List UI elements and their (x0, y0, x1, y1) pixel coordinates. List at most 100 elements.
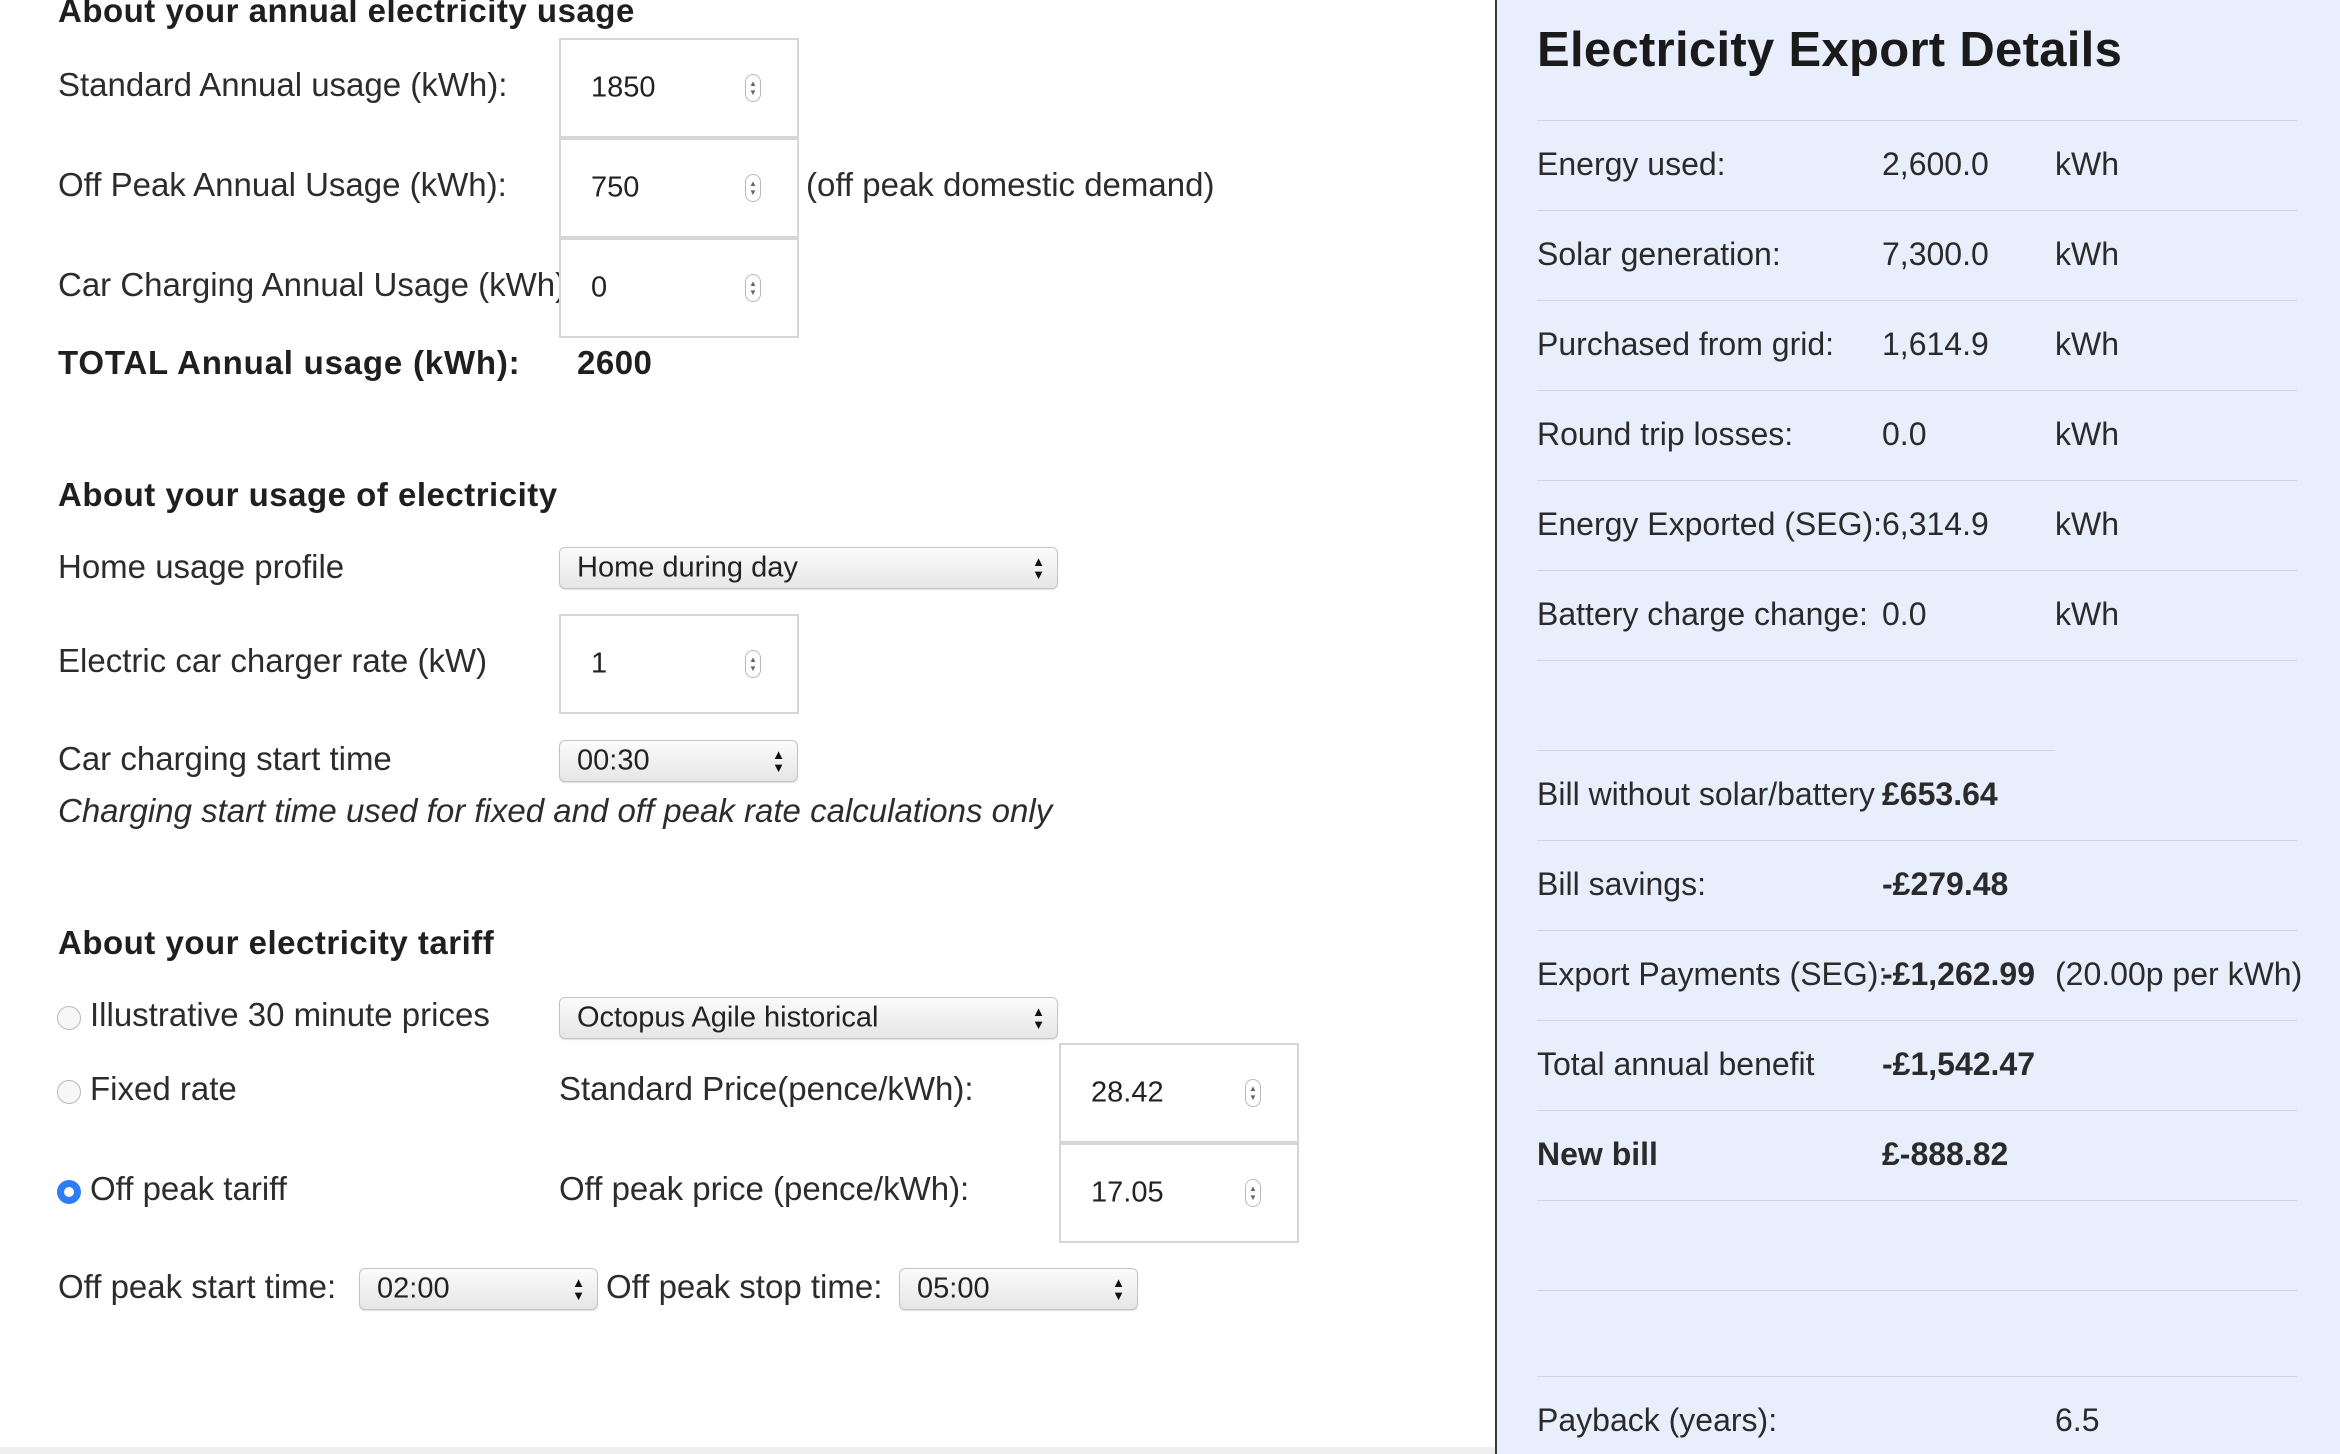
offpeak-usage-value: 750 (591, 171, 640, 204)
standard-usage-label: Standard Annual usage (kWh): (58, 66, 508, 103)
radio-illustrative-prices[interactable] (57, 1006, 81, 1030)
divider (1537, 1020, 2297, 1021)
total-usage-value: 2600 (577, 344, 653, 381)
divider (1537, 660, 2297, 661)
stepper-icon[interactable]: ▲ ▼ (745, 650, 761, 678)
standard-price-input[interactable]: 28.42 ▲ ▼ (1059, 1043, 1299, 1143)
round-trip-losses-label: Round trip losses: (1537, 416, 1794, 452)
standard-usage-input[interactable]: 1850 ▲ ▼ (559, 38, 799, 138)
divider (1537, 480, 2297, 481)
section-heading-usage-profile: About your usage of electricity (58, 476, 558, 513)
divider (1537, 1290, 2297, 1291)
divider (1537, 840, 2297, 841)
offpeak-stop-label: Off peak stop time: (606, 1268, 883, 1305)
charger-rate-input[interactable]: 1 ▲ ▼ (559, 614, 799, 714)
export-details-title: Electricity Export Details (1537, 23, 2123, 77)
radio-fixed-rate[interactable] (57, 1080, 81, 1104)
select-arrows-icon: ▲ ▼ (1032, 554, 1045, 582)
stepper-icon[interactable]: ▲ ▼ (1245, 1179, 1261, 1207)
car-usage-value: 0 (591, 271, 608, 304)
bill-without-solar-label: Bill without solar/battery (1537, 776, 1875, 812)
car-usage-input[interactable]: 0 ▲ ▼ (559, 238, 799, 338)
offpeak-start-label: Off peak start time: (58, 1268, 337, 1305)
select-arrows-icon: ▲ ▼ (1112, 1275, 1125, 1303)
export-payments-rate-note: (20.00p per kWh) (2055, 956, 2303, 992)
energy-used-value: 2,600.0 (1882, 146, 1989, 182)
offpeak-stop-select[interactable]: 05:00 ▲ ▼ (899, 1268, 1138, 1310)
solar-generation-label: Solar generation: (1537, 236, 1781, 272)
export-details-panel (1495, 0, 2340, 1454)
battery-charge-change-label: Battery charge change: (1537, 596, 1868, 632)
charger-rate-label: Electric car charger rate (kW) (58, 642, 488, 679)
offpeak-usage-input[interactable]: 750 ▲ ▼ (559, 138, 799, 238)
radio-illustrative-prices-label: Illustrative 30 minute prices (90, 996, 490, 1033)
divider (1537, 570, 2297, 571)
home-usage-profile-label: Home usage profile (58, 548, 345, 585)
divider (1537, 390, 2297, 391)
home-usage-profile-value: Home during day (577, 551, 798, 584)
purchased-from-grid-label: Purchased from grid: (1537, 326, 1835, 362)
charging-start-label: Car charging start time (58, 740, 392, 777)
stepper-icon[interactable]: ▲ ▼ (745, 74, 761, 102)
energy-used-unit: kWh (2055, 146, 2119, 182)
energy-exported-unit: kWh (2055, 506, 2119, 542)
charger-rate-value: 1 (591, 647, 608, 680)
radio-off-peak-tariff[interactable] (57, 1180, 81, 1204)
total-annual-benefit-label: Total annual benefit (1537, 1046, 1815, 1082)
total-annual-benefit-value: -£1,542.47 (1882, 1046, 2036, 1082)
purchased-from-grid-unit: kWh (2055, 326, 2119, 362)
battery-charge-change-value: 0.0 (1882, 596, 1927, 632)
energy-exported-label: Energy Exported (SEG): (1537, 506, 1883, 542)
charging-start-select[interactable]: 00:30 ▲ ▼ (559, 740, 798, 782)
round-trip-losses-value: 0.0 (1882, 416, 1927, 452)
payback-value: 6.5 (2055, 1402, 2100, 1438)
select-arrows-icon: ▲ ▼ (572, 1275, 585, 1303)
bill-savings-value: -£279.48 (1882, 866, 2009, 902)
stepper-icon[interactable]: ▲ ▼ (745, 174, 761, 202)
total-usage-label: TOTAL Annual usage (kWh): (58, 344, 521, 381)
stepper-icon[interactable]: ▲ ▼ (1245, 1079, 1261, 1107)
round-trip-losses-unit: kWh (2055, 416, 2119, 452)
agile-prices-value: Octopus Agile historical (577, 1001, 879, 1034)
select-arrows-icon: ▲ ▼ (1032, 1004, 1045, 1032)
solar-generation-value: 7,300.0 (1882, 236, 1989, 272)
battery-charge-change-unit: kWh (2055, 596, 2119, 632)
divider (1537, 300, 2297, 301)
car-usage-label: Car Charging Annual Usage (kWh): (58, 266, 576, 303)
bill-savings-label: Bill savings: (1537, 866, 1706, 902)
energy-used-label: Energy used: (1537, 146, 1726, 182)
offpeak-usage-note: (off peak domestic demand) (806, 166, 1215, 203)
offpeak-price-value: 17.05 (1091, 1176, 1164, 1209)
divider (1537, 1110, 2297, 1111)
divider (1537, 210, 2297, 211)
divider (1537, 1200, 2297, 1201)
page-bottom-edge (0, 1447, 1495, 1454)
radio-off-peak-tariff-label: Off peak tariff (90, 1170, 287, 1207)
purchased-from-grid-value: 1,614.9 (1882, 326, 1989, 362)
offpeak-stop-value: 05:00 (917, 1272, 990, 1305)
charging-start-note: Charging start time used for fixed and o… (58, 792, 1053, 829)
section-heading-tariff: About your electricity tariff (58, 924, 495, 961)
divider (1537, 750, 2055, 751)
divider (1537, 930, 2297, 931)
select-arrows-icon: ▲ ▼ (772, 747, 785, 775)
offpeak-price-label: Off peak price (pence/kWh): (559, 1170, 970, 1207)
home-usage-profile-select[interactable]: Home during day ▲ ▼ (559, 547, 1058, 589)
divider (1537, 1376, 2297, 1377)
standard-usage-value: 1850 (591, 71, 656, 104)
agile-prices-select[interactable]: Octopus Agile historical ▲ ▼ (559, 997, 1058, 1039)
section-heading-annual-usage: About your annual electricity usage (58, 0, 635, 29)
payback-label: Payback (years): (1537, 1402, 1778, 1438)
offpeak-price-input[interactable]: 17.05 ▲ ▼ (1059, 1143, 1299, 1243)
export-payments-value: -£1,262.99 (1882, 956, 2036, 992)
bill-without-solar-value: £653.64 (1882, 776, 1998, 812)
stepper-icon[interactable]: ▲ ▼ (745, 274, 761, 302)
radio-fixed-rate-label: Fixed rate (90, 1070, 237, 1107)
offpeak-start-value: 02:00 (377, 1272, 450, 1305)
standard-price-label: Standard Price(pence/kWh): (559, 1070, 974, 1107)
divider (1537, 120, 2297, 121)
export-payments-label: Export Payments (SEG): (1537, 956, 1888, 992)
energy-exported-value: 6,314.9 (1882, 506, 1989, 542)
charging-start-value: 00:30 (577, 744, 650, 777)
offpeak-start-select[interactable]: 02:00 ▲ ▼ (359, 1268, 598, 1310)
